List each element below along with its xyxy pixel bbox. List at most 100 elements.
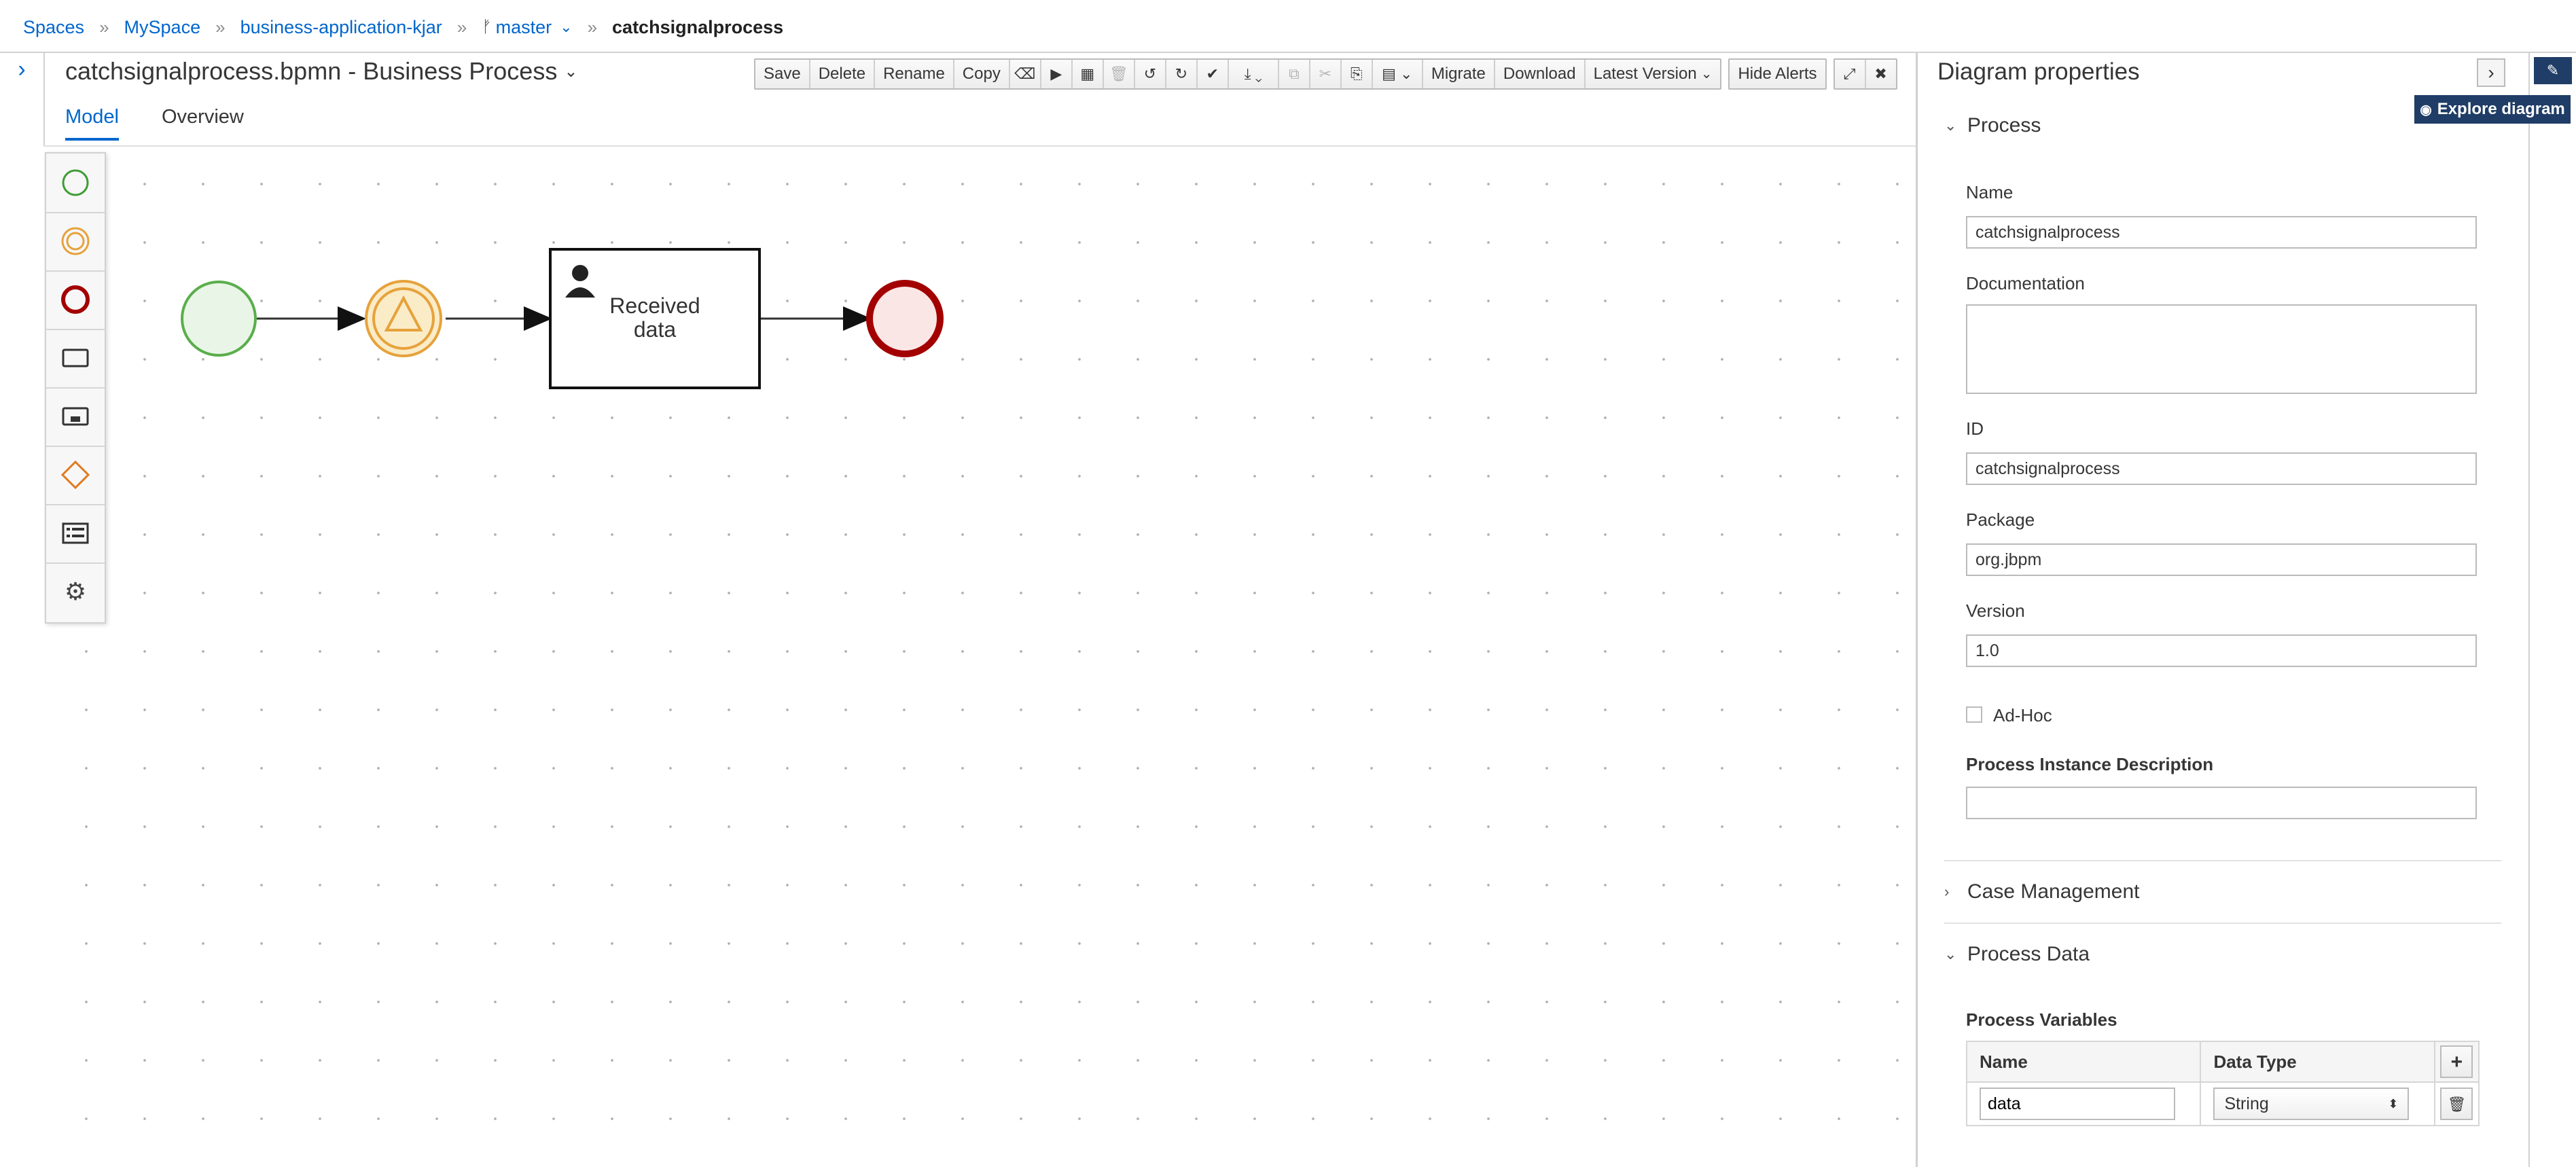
section-process-header[interactable]: ⌄ Process: [1944, 114, 2041, 137]
variable-type-select[interactable]: String ⬍: [2213, 1088, 2410, 1120]
instance-description-field[interactable]: [1966, 787, 2477, 819]
shape-palette: ⚙: [45, 152, 106, 624]
chevron-down-icon: ⌄: [1700, 67, 1713, 82]
section-divider: [1944, 922, 2501, 924]
adhoc-label: Ad-Hoc: [1993, 705, 2052, 725]
column-header-data-type: Data Type: [2200, 1041, 2435, 1083]
section-divider: [1944, 860, 2501, 861]
process-variables-label: Process Variables: [1966, 1009, 2117, 1030]
latest-version-button[interactable]: Latest Version ⌄: [1585, 60, 1721, 88]
tab-overview[interactable]: Overview: [162, 106, 244, 138]
documentation-field[interactable]: [1966, 304, 2477, 394]
section-process-data-header[interactable]: ⌄ Process Data: [1944, 943, 2090, 966]
adhoc-checkbox[interactable]: [1966, 706, 1982, 723]
variable-type-value: String: [2224, 1094, 2269, 1113]
variable-type-cell: String ⬍: [2200, 1081, 2435, 1126]
breadcrumb-separator: »: [587, 16, 598, 37]
version-label: Version: [1966, 600, 2025, 621]
task-icon[interactable]: [46, 329, 105, 389]
end-event-icon[interactable]: [46, 270, 105, 330]
start-event-icon[interactable]: [46, 154, 105, 213]
delete-button[interactable]: Delete: [810, 60, 876, 88]
migrate-button[interactable]: Migrate: [1423, 60, 1495, 88]
close-icon[interactable]: ✖: [1865, 60, 1896, 88]
chevron-right-icon[interactable]: ›: [10, 57, 34, 82]
explore-diagram-button[interactable]: ◉ Explore diagram: [2414, 95, 2571, 124]
package-label: Package: [1966, 509, 2035, 530]
breadcrumb-project[interactable]: business-application-kjar: [240, 17, 442, 38]
intermediate-event-icon[interactable]: [46, 212, 105, 272]
delete-cell: 🗑: [2433, 1081, 2480, 1126]
export-icon[interactable]: ⤓ ⌄: [1228, 60, 1279, 88]
play-icon[interactable]: ▶: [1041, 60, 1073, 88]
instance-description-label: Process Instance Description: [1966, 754, 2214, 774]
save-button[interactable]: Save: [755, 60, 810, 88]
user-task[interactable]: Received data: [549, 248, 761, 389]
end-event[interactable]: [866, 280, 944, 357]
variable-name-cell: [1965, 1081, 2202, 1126]
branch-icon: ᚠ: [482, 18, 492, 36]
chevron-right-icon: ›: [1944, 883, 1950, 900]
id-field[interactable]: [1966, 452, 2477, 485]
edit-icon[interactable]: ✎: [2534, 57, 2572, 84]
documentation-label: Documentation: [1966, 273, 2085, 293]
name-label: Name: [1966, 182, 2014, 202]
chevron-down-icon: ⌄: [1944, 946, 1957, 963]
undo-icon[interactable]: ↺: [1134, 60, 1166, 88]
breadcrumb-current: catchsignalprocess: [612, 16, 784, 37]
delete-variable-button[interactable]: 🗑: [2440, 1088, 2473, 1120]
chevron-down-icon: ⌄: [564, 62, 578, 81]
left-collapse-strip: [0, 53, 45, 1167]
redo-icon[interactable]: ↻: [1166, 60, 1198, 88]
name-field[interactable]: [1966, 216, 2477, 249]
data-object-icon[interactable]: [46, 504, 105, 564]
task-label: data: [634, 317, 676, 342]
breadcrumb-branch[interactable]: master: [496, 17, 552, 38]
column-header-name: Name: [1965, 1041, 2202, 1083]
maximize-icon[interactable]: ⤢: [1834, 60, 1866, 88]
breadcrumb-separator: »: [457, 16, 467, 37]
chevron-down-icon: ⌄: [1944, 117, 1957, 134]
breadcrumb-separator: »: [99, 16, 109, 37]
latest-version-label: Latest Version: [1593, 65, 1697, 83]
trash-icon[interactable]: 🗑: [1103, 60, 1135, 88]
copy-icon[interactable]: ⧉: [1278, 60, 1310, 88]
breadcrumb: Spaces » MySpace » business-application-…: [23, 14, 783, 41]
signal-catch-event[interactable]: [365, 280, 442, 357]
chevron-right-icon[interactable]: ›: [2477, 58, 2505, 87]
editor-title[interactable]: catchsignalprocess.bpmn - Business Proce…: [65, 57, 577, 86]
breadcrumb-myspace[interactable]: MySpace: [124, 17, 201, 38]
package-field[interactable]: [1966, 543, 2477, 576]
start-event[interactable]: [181, 281, 257, 357]
grid-icon[interactable]: ▦: [1072, 60, 1104, 88]
view-mode-icon[interactable]: ▤ ⌄: [1372, 60, 1423, 88]
validate-icon[interactable]: ✔: [1197, 60, 1229, 88]
id-label: ID: [1966, 418, 1984, 439]
editor-toolbar: Save Delete Rename Copy ⌫ ▶ ▦ 🗑 ↺ ↻ ✔ ⤓ …: [754, 58, 1904, 90]
section-process-title: Process: [1967, 114, 2041, 137]
variable-name-input[interactable]: [1980, 1088, 2175, 1120]
copy-button[interactable]: Copy: [954, 60, 1010, 88]
breadcrumb-spaces[interactable]: Spaces: [23, 17, 84, 38]
section-case-management-header[interactable]: › Case Management: [1944, 880, 2139, 903]
task-label: Received: [609, 293, 700, 318]
add-variable-button[interactable]: +: [2440, 1045, 2473, 1078]
section-case-management-title: Case Management: [1967, 880, 2140, 903]
gateway-icon[interactable]: [46, 446, 105, 505]
cut-icon[interactable]: ✂: [1310, 60, 1342, 88]
hide-alerts-button[interactable]: Hide Alerts: [1730, 60, 1825, 88]
eraser-icon[interactable]: ⌫: [1009, 60, 1041, 88]
paste-icon[interactable]: ⎘: [1341, 60, 1373, 88]
subprocess-icon[interactable]: [46, 387, 105, 447]
version-field[interactable]: [1966, 634, 2477, 667]
chevron-down-icon[interactable]: ⌄: [560, 18, 572, 36]
download-button[interactable]: Download: [1495, 60, 1586, 88]
rename-button[interactable]: Rename: [875, 60, 954, 88]
table-row: String ⬍ 🗑: [1965, 1081, 2480, 1126]
eye-icon: ◉: [2420, 102, 2432, 118]
breadcrumb-separator: »: [215, 16, 226, 37]
editor-title-text: catchsignalprocess.bpmn - Business Proce…: [65, 57, 558, 85]
custom-tasks-icon[interactable]: ⚙: [46, 562, 105, 621]
tab-model[interactable]: Model: [65, 106, 119, 141]
table-header-row: Name Data Type +: [1965, 1041, 2480, 1083]
